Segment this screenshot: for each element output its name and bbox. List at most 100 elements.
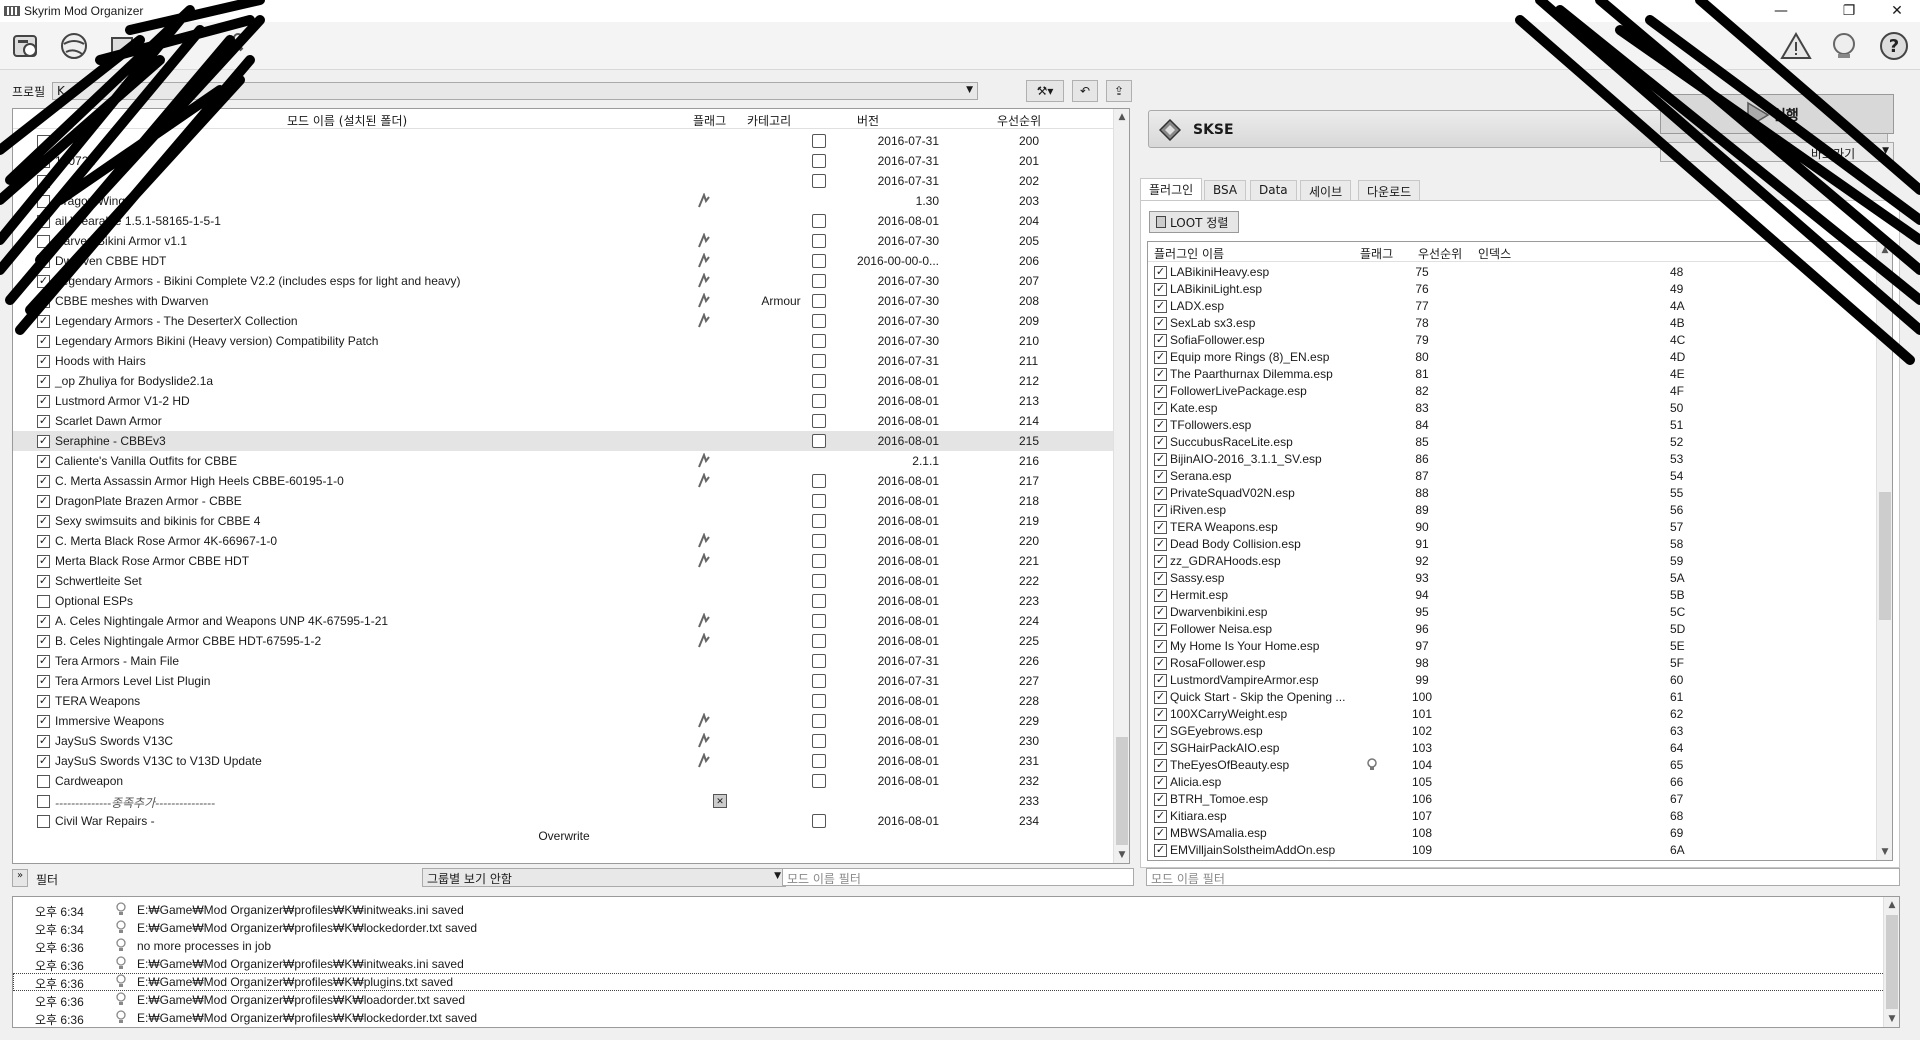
plugin-enabled-checkbox[interactable]: ✓ [1154, 419, 1167, 432]
plugin-enabled-checkbox[interactable]: ✓ [1154, 300, 1167, 313]
tab-plugins[interactable]: 플러그인 [1140, 178, 1203, 200]
plugin-enabled-checkbox[interactable]: ✓ [1154, 317, 1167, 330]
log-entry[interactable]: 오후 6:36 E:₩Game₩Mod Organizer₩profiles₩K₩… [13, 955, 1885, 973]
plugin-enabled-checkbox[interactable]: ✓ [1154, 402, 1167, 415]
restore-backup-button[interactable]: ↶ [1072, 80, 1098, 102]
nexus-button[interactable] [56, 28, 92, 64]
plugin-enabled-checkbox[interactable]: ✓ [1154, 606, 1167, 619]
mod-enabled-checkbox[interactable] [37, 155, 50, 168]
plugin-row[interactable]: ✓ Kitiara.esp 107 68 [1148, 808, 1878, 825]
mod-row[interactable]: ✓ Scarlet Dawn Armor 2016-08-01 214 [13, 411, 1115, 431]
plugin-row[interactable]: ✓ PrivateSquadV02N.esp 88 55 [1148, 485, 1878, 502]
plugin-enabled-checkbox[interactable]: ✓ [1154, 283, 1167, 296]
install-mod-button[interactable] [8, 28, 44, 64]
close-button[interactable]: ✕ [1874, 0, 1920, 22]
column-priority[interactable]: 우선순위 [997, 112, 1041, 129]
mod-enabled-checkbox[interactable] [37, 215, 50, 228]
mod-enabled-checkbox[interactable]: ✓ [37, 315, 50, 328]
column-version[interactable]: 버전 [857, 112, 879, 129]
plugin-enabled-checkbox[interactable]: ✓ [1154, 538, 1167, 551]
scroll-up-icon[interactable]: ▲ [1884, 897, 1899, 913]
plugin-enabled-checkbox[interactable]: ✓ [1154, 453, 1167, 466]
profile-select[interactable]: K ▼ [52, 82, 978, 100]
mod-enabled-checkbox[interactable] [37, 795, 50, 808]
log-entry[interactable]: 오후 6:34 E:₩Game₩Mod Organizer₩profiles₩K₩… [13, 919, 1885, 937]
scroll-thumb[interactable] [1886, 915, 1898, 1009]
plugin-row[interactable]: ✓ iRiven.esp 89 56 [1148, 502, 1878, 519]
plugin-enabled-checkbox[interactable]: ✓ [1154, 470, 1167, 483]
plugin-enabled-checkbox[interactable]: ✓ [1154, 334, 1167, 347]
mod-enabled-checkbox[interactable]: ✓ [37, 515, 50, 528]
plugin-row[interactable]: ✓ Alicia.esp 105 66 [1148, 774, 1878, 791]
mod-row[interactable]: Cardweapon 2016-08-01 232 [13, 771, 1115, 791]
mod-list[interactable]: 모드 이름 (설치된 폴더) 플래그 카테고리 버전 우선순위 2016-07-… [12, 108, 1130, 864]
log-entry[interactable]: 오후 6:36 E:₩Game₩Mod Organizer₩profiles₩K₩… [13, 1009, 1885, 1027]
mod-enabled-checkbox[interactable] [37, 815, 50, 828]
log-entry[interactable]: 오후 6:36 E:₩Game₩Mod Organizer₩profiles₩K₩… [13, 991, 1885, 1009]
tools-dropdown-button[interactable]: ⚒▾ [1026, 80, 1064, 102]
scroll-down-icon[interactable]: ▼ [1884, 1011, 1899, 1027]
mod-row[interactable]: ✓ Schwertleite Set 2016-08-01 222 [13, 571, 1115, 591]
mod-row[interactable]: ✓ Immersive Weapons 2016-08-01 229 [13, 711, 1115, 731]
mod-row[interactable]: ail Wearable 1.5.1-58165-1-5-1 2016-08-01… [13, 211, 1115, 231]
mod-row[interactable]: Optional ESPs 2016-08-01 223 [13, 591, 1115, 611]
log-scrollbar[interactable]: ▲ ▼ [1883, 897, 1899, 1027]
tab-saves[interactable]: 세이브 [1300, 180, 1352, 200]
mod-row[interactable]: ✓ Legendary Armors - Bikini Complete V2.2… [13, 271, 1115, 291]
plugin-enabled-checkbox[interactable]: ✓ [1154, 776, 1167, 789]
mod-row[interactable]: ✓ B. Celes Nightingale Armor CBBE HDT-675… [13, 631, 1115, 651]
mod-row[interactable]: 2016-07-31 200 [13, 131, 1115, 151]
plugin-row[interactable]: ✓ Kate.esp 83 50 [1148, 400, 1878, 417]
plugin-enabled-checkbox[interactable]: ✓ [1154, 487, 1167, 500]
mod-enabled-checkbox[interactable]: ✓ [37, 675, 50, 688]
plugin-enabled-checkbox[interactable]: ✓ [1154, 572, 1167, 585]
mod-enabled-checkbox[interactable]: ✓ [37, 715, 50, 728]
plugin-row[interactable]: ✓ SofiaFollower.esp 79 4C [1148, 332, 1878, 349]
mod-row[interactable]: warven Bikini Armor v1.1 2016-07-30 205 [13, 231, 1115, 251]
plugin-enabled-checkbox[interactable]: ✓ [1154, 351, 1167, 364]
scroll-up-icon[interactable]: ▲ [1877, 242, 1892, 258]
settings-tools-button[interactable] [214, 28, 250, 64]
column-plugin-flags[interactable]: 플래그 [1360, 245, 1393, 262]
mod-enabled-checkbox[interactable]: ✓ [37, 475, 50, 488]
plugin-row[interactable]: ✓ EMVilljainSolstheimAddOn.esp 109 6A [1148, 842, 1878, 859]
plugin-enabled-checkbox[interactable]: ✓ [1154, 521, 1167, 534]
mod-list-scrollbar[interactable]: ▲ ▼ [1113, 109, 1129, 863]
plugin-row[interactable]: ✓ zz_GDRAHoods.esp 92 59 [1148, 553, 1878, 570]
plugin-row[interactable]: ✓ RosaFollower.esp 98 5F [1148, 655, 1878, 672]
mod-row[interactable]: ✓ Caliente's Vanilla Outfits for CBBE 2.1.… [13, 451, 1115, 471]
mod-enabled-checkbox[interactable]: ✓ [37, 275, 50, 288]
mod-enabled-checkbox[interactable]: ✓ [37, 375, 50, 388]
log-entry[interactable]: 오후 6:36 E:₩Game₩Mod Organizer₩profiles₩K₩… [13, 973, 1885, 991]
filter-toggle-button[interactable]: » [12, 869, 28, 887]
plugin-row[interactable]: ✓ My Home Is Your Home.esp 97 5E [1148, 638, 1878, 655]
column-flags[interactable]: 플래그 [693, 112, 726, 129]
mod-row[interactable]: ✓ Seraphine - CBBEv3 2016-08-01 215 [13, 431, 1115, 451]
plugin-row[interactable]: ✓ 100XCarryWeight.esp 101 62 [1148, 706, 1878, 723]
loot-sort-button[interactable]: LOOT 정렬 [1149, 211, 1239, 233]
column-category[interactable]: 카테고리 [747, 112, 791, 129]
tab-bsa[interactable]: BSA [1204, 180, 1247, 200]
plugin-row[interactable]: ✓ SGEyebrows.esp 102 63 [1148, 723, 1878, 740]
plugin-enabled-checkbox[interactable]: ✓ [1154, 827, 1167, 840]
maximize-button[interactable]: ❐ [1826, 0, 1872, 22]
mod-enabled-checkbox[interactable]: ✓ [37, 495, 50, 508]
mod-enabled-checkbox[interactable]: ✓ [37, 355, 50, 368]
minimize-button[interactable]: — [1758, 0, 1804, 22]
plugin-filter-input[interactable]: 모드 이름 필터 [1146, 868, 1900, 886]
plugin-row[interactable]: ✓ LustmordVampireArmor.esp 99 60 [1148, 672, 1878, 689]
plugin-row[interactable]: ✓ Follower Neisa.esp 96 5D [1148, 621, 1878, 638]
mod-filter-input[interactable]: 모드 이름 필터 [782, 868, 1134, 886]
mod-enabled-checkbox[interactable] [37, 235, 50, 248]
mod-row[interactable]: ✓ Tera Armors - Main File 2016-07-31 226 [13, 651, 1115, 671]
mod-enabled-checkbox[interactable] [37, 175, 50, 188]
mod-enabled-checkbox[interactable] [37, 775, 50, 788]
mod-enabled-checkbox[interactable]: ✓ [37, 575, 50, 588]
create-backup-button[interactable]: ⇪ [1106, 80, 1132, 102]
plugin-row[interactable]: ✓ MBWSAmalia.esp 108 69 [1148, 825, 1878, 842]
plugin-row[interactable]: ✓ Hermit.esp 94 5B [1148, 587, 1878, 604]
mod-row[interactable]: ✓ JaySuS Swords V13C 2016-08-01 230 [13, 731, 1115, 751]
mod-enabled-checkbox[interactable]: ✓ [37, 695, 50, 708]
shortcut-dropdown[interactable]: 바로가기 ▼ [1660, 142, 1894, 162]
plugin-enabled-checkbox[interactable]: ✓ [1154, 793, 1167, 806]
